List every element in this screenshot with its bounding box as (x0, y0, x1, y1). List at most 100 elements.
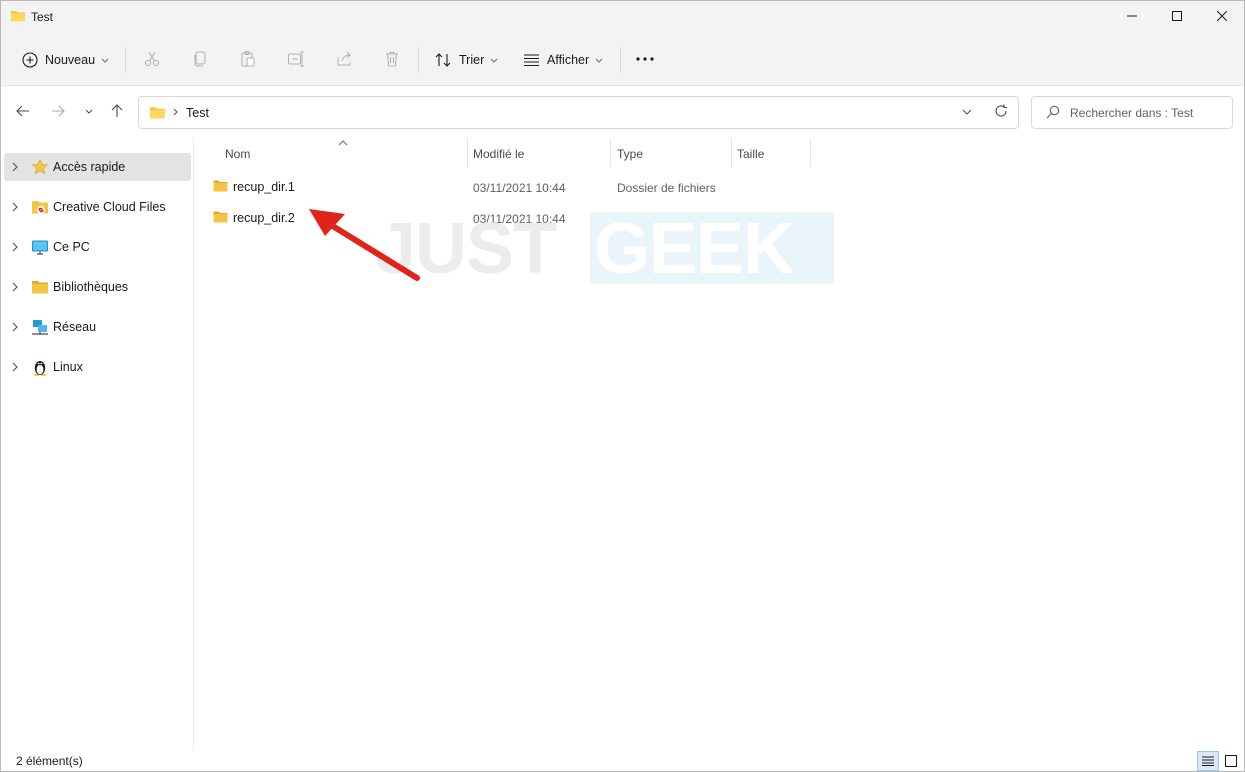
file-name[interactable]: recup_dir.1 (233, 180, 295, 194)
column-header-label: Nom (225, 147, 251, 161)
sidebar-item-linux[interactable]: Linux (4, 353, 191, 381)
window-title: Test (31, 10, 54, 24)
status-bar: 2 élément(s) (1, 750, 1244, 771)
details-view-button[interactable] (1197, 751, 1219, 771)
sidebar-item-label: Bibliothèques (53, 280, 129, 294)
chevron-down-icon (101, 58, 109, 63)
copy-button[interactable] (189, 48, 211, 70)
recent-locations-button[interactable] (78, 100, 100, 122)
chevron-down-icon (85, 109, 93, 114)
rename-icon (288, 51, 304, 67)
watermark-logo: JUST GEEK (376, 211, 836, 285)
sidebar-item-this-pc[interactable]: Ce PC (4, 233, 191, 261)
star-icon (31, 158, 49, 175)
forward-button[interactable] (47, 100, 69, 122)
column-header-label: Type (617, 147, 644, 161)
column-header-size[interactable]: Taille (732, 138, 810, 168)
column-header-modified[interactable]: Modifié le (468, 138, 610, 168)
sidebar-item-label: Réseau (53, 320, 97, 334)
chevron-right-icon[interactable] (12, 362, 18, 372)
maximize-button[interactable] (1154, 1, 1200, 31)
sidebar-item-quick-access[interactable]: Accès rapide (4, 153, 191, 181)
clipboard-icon (241, 51, 255, 67)
explorer-window: Test Nouveau Trier Afficher Test Recherc… (0, 0, 1245, 772)
rename-button[interactable] (285, 48, 307, 70)
search-box[interactable] (1031, 96, 1233, 129)
sidebar-item-label: Accès rapide (53, 160, 126, 174)
sort-icon (435, 53, 451, 67)
watermark-text-part2: GEEK (594, 209, 795, 289)
minimize-button[interactable] (1109, 1, 1155, 31)
file-name[interactable]: recup_dir.2 (233, 211, 295, 225)
delete-button[interactable] (381, 48, 403, 70)
toolbar-separator (125, 47, 126, 73)
share-icon (337, 51, 351, 66)
address-path[interactable]: Test (186, 106, 209, 120)
sidebar-item-label: Creative Cloud Files (53, 200, 166, 214)
navigation-bar: Test (1, 86, 1244, 138)
column-header-type[interactable]: Type (611, 138, 731, 168)
chevron-right-icon[interactable] (12, 202, 18, 212)
search-icon (1046, 105, 1060, 122)
library-icon (32, 281, 48, 294)
sidebar-item-creative-cloud-files[interactable]: Creative Cloud Files (4, 193, 191, 221)
folder-icon (149, 105, 166, 123)
cut-button[interactable] (141, 48, 163, 70)
column-divider[interactable] (810, 138, 811, 167)
chevron-right-icon[interactable] (12, 282, 18, 292)
folder-icon (213, 211, 228, 223)
annotation-arrow-icon (309, 209, 420, 281)
copy-icon (194, 51, 206, 67)
toolbar-separator (418, 47, 419, 73)
toolbar-separator (620, 47, 621, 73)
arrow-right-icon (52, 105, 65, 117)
address-dropdown-icon[interactable] (961, 105, 973, 122)
sort-label: Trier (459, 53, 485, 67)
address-bar[interactable]: Test (138, 96, 1019, 129)
column-header-label: Taille (737, 147, 765, 161)
penguin-icon (34, 361, 46, 376)
chevron-right-icon[interactable] (12, 322, 18, 332)
table-row[interactable]: recup_dir.1 03/11/2021 10:44 Dossier de … (205, 170, 1085, 200)
back-button[interactable] (12, 100, 34, 122)
sidebar-item-label: Ce PC (53, 240, 90, 254)
column-header-name[interactable]: Nom (195, 138, 467, 168)
share-button[interactable] (333, 48, 355, 70)
chevron-right-icon (173, 105, 179, 122)
large-icons-view-icon (1225, 755, 1237, 767)
up-button[interactable] (106, 100, 128, 122)
new-button[interactable]: Nouveau (22, 45, 109, 75)
creative-cloud-icon (32, 201, 48, 214)
large-icons-view-button[interactable] (1220, 751, 1242, 771)
details-view-icon (1202, 756, 1214, 766)
network-icon (32, 320, 48, 335)
chevron-right-icon[interactable] (12, 162, 18, 172)
paste-button[interactable] (237, 48, 259, 70)
ellipsis-icon (636, 57, 654, 61)
file-type: Dossier de fichiers (617, 181, 716, 195)
trash-icon (386, 52, 398, 67)
sidebar-item-network[interactable]: Réseau (4, 313, 191, 341)
arrow-left-icon (16, 105, 29, 117)
list-view-icon (524, 54, 539, 67)
chevron-down-icon (490, 58, 498, 63)
arrow-up-icon (111, 104, 123, 117)
sidebar-item-label: Linux (53, 360, 83, 374)
view-button[interactable]: Afficher (523, 45, 603, 75)
command-bar: Nouveau Trier Afficher (1, 33, 1244, 86)
chevron-right-icon[interactable] (12, 242, 18, 252)
file-modified: 03/11/2021 10:44 (473, 181, 566, 195)
sort-button[interactable]: Trier (434, 45, 498, 75)
sidebar-item-libraries[interactable]: Bibliothèques (4, 273, 191, 301)
item-count: 2 élément(s) (16, 754, 83, 768)
close-button[interactable] (1199, 1, 1244, 31)
more-options-button[interactable] (634, 48, 656, 70)
monitor-icon (32, 240, 48, 255)
search-input[interactable] (1070, 102, 1225, 124)
chevron-down-icon (595, 58, 603, 63)
scissors-icon (145, 51, 159, 66)
navigation-pane: Accès rapide Creative Cloud Files Ce PC … (1, 138, 194, 750)
refresh-icon[interactable] (994, 104, 1008, 121)
maximize-icon (1172, 11, 1182, 21)
view-label: Afficher (547, 53, 590, 67)
